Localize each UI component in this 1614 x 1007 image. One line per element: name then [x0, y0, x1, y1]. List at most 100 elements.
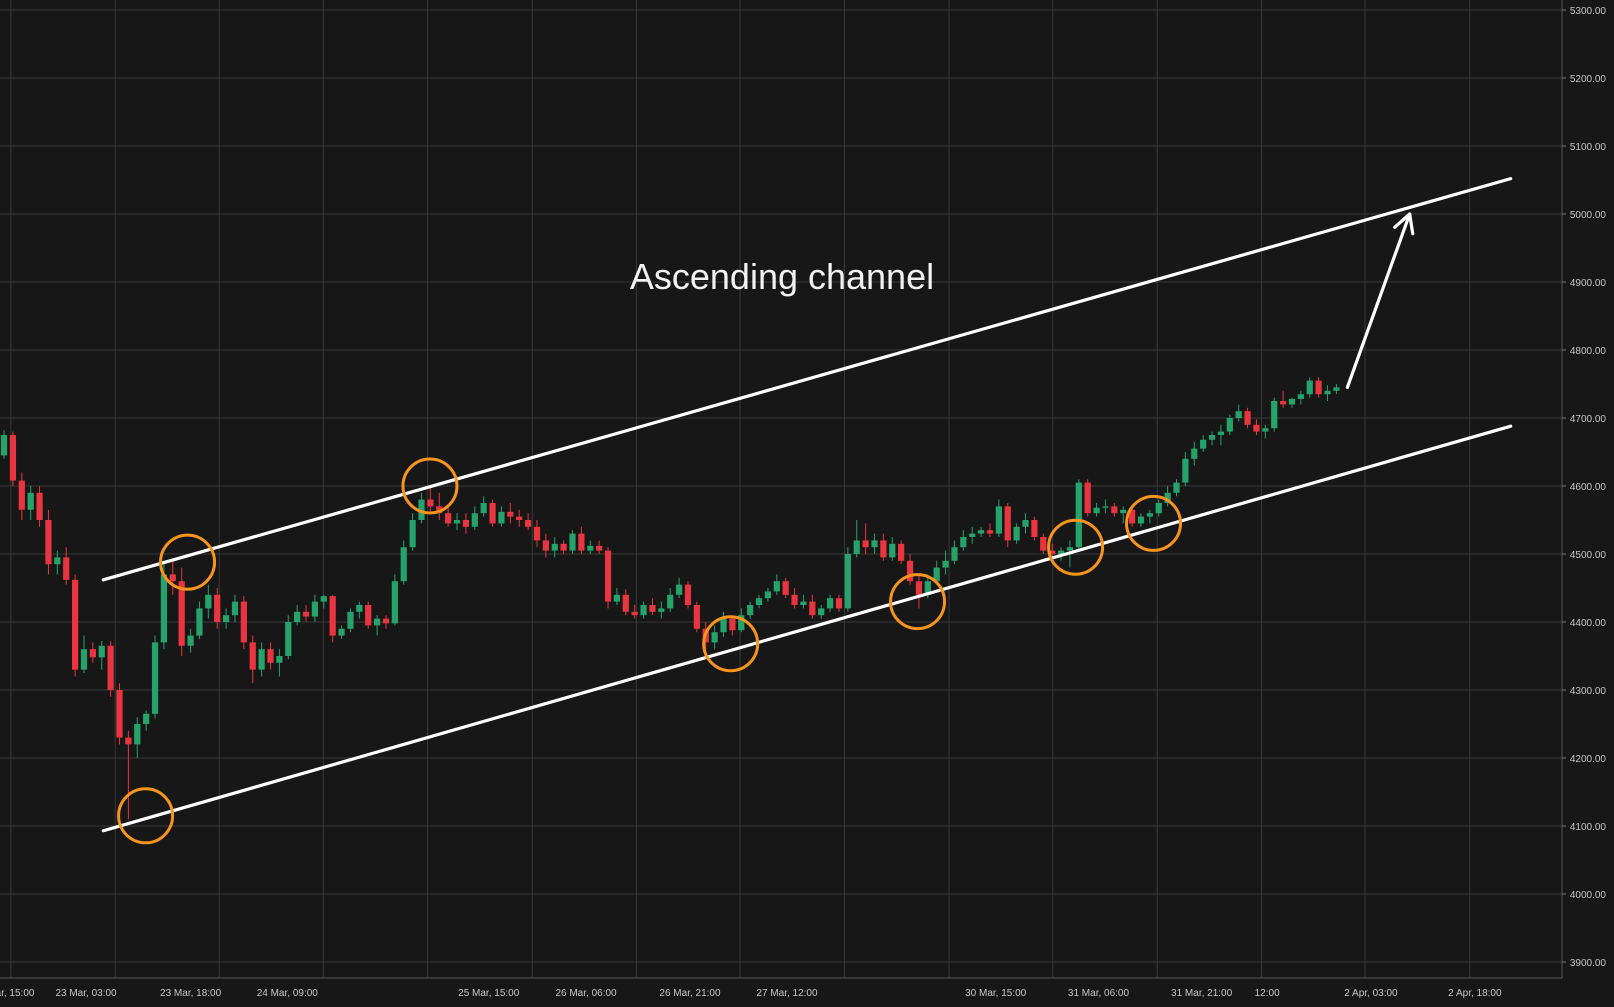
y-tick-label: 4400.00 [1570, 618, 1607, 629]
candle-down [684, 584, 692, 605]
candle-up [338, 628, 345, 636]
candle-up [1217, 431, 1225, 435]
candle-up [951, 547, 958, 561]
candlestick-chart: Ascending channel 5300.00 5200.00 5100.00 5… [0, 0, 1614, 1007]
candle-down [214, 594, 221, 622]
candle-up [844, 554, 851, 609]
candle-up [391, 581, 398, 624]
candle-up [969, 533, 976, 537]
x-tick-label: 27 Mar, 12:00 [756, 988, 818, 999]
y-tick-label: 4900.00 [1570, 278, 1607, 289]
y-tick-label: 4100.00 [1570, 822, 1607, 833]
y-tick-label: 5200.00 [1570, 74, 1607, 85]
candle-up [1324, 390, 1331, 395]
candle-down [596, 545, 603, 551]
candle-down [1253, 424, 1260, 432]
candle-down [178, 581, 185, 646]
candle-up [711, 632, 718, 643]
y-tick-label: 4200.00 [1570, 754, 1607, 765]
candle-up [826, 598, 834, 609]
candle-down [36, 492, 43, 520]
x-tick-label: 12:00 [1255, 988, 1280, 999]
candle-down [915, 581, 923, 595]
chart: Ascending channel 5300.00 5200.00 5100.00 5… [0, 0, 1614, 1007]
candle-down [542, 540, 549, 551]
candle-up [187, 635, 194, 646]
candle-up [1182, 458, 1189, 483]
candle-down [1031, 520, 1038, 537]
candle-down [906, 560, 914, 582]
candle-up [0, 435, 8, 456]
x-tick-label: 23 Mar, 03:00 [55, 988, 117, 999]
candle-down [604, 550, 612, 602]
y-tick-label: 4700.00 [1570, 414, 1607, 425]
candle-up [675, 584, 683, 595]
candle-up [453, 520, 461, 524]
candle-up [764, 591, 772, 599]
candle-up [54, 557, 61, 565]
candle-down [63, 557, 70, 580]
candle-up [871, 540, 878, 548]
candle-down [533, 526, 541, 541]
candle-up [143, 713, 150, 724]
candle-up [480, 503, 487, 514]
y-tick-label: 4600.00 [1570, 482, 1607, 493]
candle-up [942, 560, 949, 568]
candle-up [1137, 516, 1145, 524]
candle-up [818, 608, 825, 616]
candle-up [1226, 418, 1233, 432]
x-tick-label: 25 Mar, 15:00 [458, 988, 520, 999]
candle-up [747, 605, 754, 616]
candle-up [498, 511, 505, 524]
candle-down [1279, 401, 1287, 405]
candle-up [1200, 439, 1207, 449]
candle-up [400, 547, 407, 582]
candle-down [1040, 537, 1047, 551]
candle-up [1022, 520, 1029, 527]
candle-down [898, 543, 905, 561]
candle-down [622, 594, 629, 612]
candle-up [1155, 503, 1162, 514]
y-tick-label: 5100.00 [1570, 142, 1607, 153]
candle-up [1306, 380, 1313, 395]
candle-up [640, 605, 647, 616]
candle-up [98, 645, 105, 658]
candle-up [320, 596, 327, 602]
candle-up [755, 598, 763, 605]
candle-down [791, 594, 798, 605]
candle-down [427, 499, 434, 507]
candle-up [853, 540, 860, 554]
candle-up [1271, 401, 1278, 429]
candle-down [365, 605, 372, 626]
x-tick-label: 2 Apr, 18:00 [1448, 988, 1502, 999]
candle-up [658, 608, 665, 612]
candle-up [231, 601, 239, 616]
candle-down [302, 611, 310, 617]
candle-up [569, 533, 576, 551]
candle-up [1297, 394, 1304, 399]
candle-up [1120, 509, 1127, 514]
x-tick-label: 23 Mar, 18:00 [160, 988, 222, 999]
candle-down [169, 574, 176, 582]
y-tick-label: 3900.00 [1570, 958, 1607, 969]
candle-down [45, 520, 52, 565]
x-tick-label: 26 Mar, 21:00 [659, 988, 721, 999]
candle-up [285, 622, 292, 656]
candle-up [1262, 428, 1269, 432]
candle-down [507, 511, 514, 517]
candle-up [1075, 482, 1082, 548]
candle-up [409, 520, 416, 548]
candle-down [880, 540, 887, 558]
candle-up [347, 611, 354, 629]
candle-down [89, 649, 96, 658]
candle-down [18, 480, 25, 510]
candle-down [382, 618, 390, 624]
candle-up [1173, 482, 1180, 493]
candle-up [587, 545, 594, 551]
candle-down [240, 601, 247, 643]
candle-up [667, 594, 674, 609]
y-tick-label: 4000.00 [1570, 890, 1607, 901]
candle-down [649, 605, 656, 612]
candle-down [516, 516, 523, 520]
candle-up [1146, 513, 1153, 517]
